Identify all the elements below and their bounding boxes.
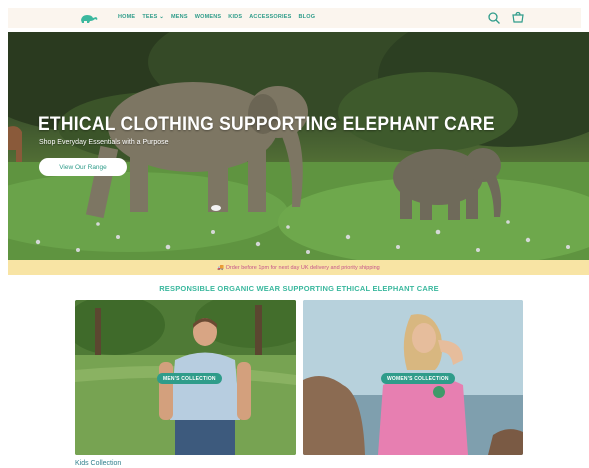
kids-collection-heading: Kids Collection bbox=[75, 460, 122, 467]
nav-item-mens[interactable]: Mens bbox=[171, 14, 188, 20]
site-header: Home Tees ⌄ Mens Womens Kids Accessories… bbox=[8, 8, 581, 28]
nav-item-womens[interactable]: Womens bbox=[195, 14, 222, 20]
view-range-button[interactable]: View Our Range bbox=[39, 158, 127, 176]
mens-collection-badge[interactable]: Men's Collection bbox=[157, 373, 222, 384]
womens-collection-badge[interactable]: Women's Collection bbox=[381, 373, 455, 384]
hero-subtitle: Shop Everyday Essentials with a Purpose bbox=[39, 139, 169, 146]
search-icon[interactable] bbox=[487, 11, 501, 25]
nav-item-tees[interactable]: Tees ⌄ bbox=[142, 14, 164, 20]
nav-item-accessories[interactable]: Accessories bbox=[249, 14, 291, 20]
mens-collection-card[interactable]: Men's Collection bbox=[75, 300, 296, 455]
announcement-text: 🚚 Order before 1pm for next day UK deliv… bbox=[217, 264, 380, 271]
cart-icon[interactable] bbox=[511, 11, 525, 25]
hero-title: Ethical Clothing Supporting Elephant Car… bbox=[38, 114, 495, 135]
header-actions bbox=[487, 11, 525, 25]
womens-collection-card[interactable]: Women's Collection bbox=[303, 300, 523, 455]
nav-item-kids[interactable]: Kids bbox=[228, 14, 242, 20]
announcement-bar: 🚚 Order before 1pm for next day UK deliv… bbox=[8, 260, 589, 275]
hero-elephants-image bbox=[8, 32, 589, 260]
nav-item-blog[interactable]: Blog bbox=[298, 14, 315, 20]
hero-banner: Ethical Clothing Supporting Elephant Car… bbox=[8, 32, 589, 260]
main-nav: Home Tees ⌄ Mens Womens Kids Accessories… bbox=[118, 14, 315, 20]
collections-heading: Responsible Organic Wear Supporting Ethi… bbox=[159, 284, 439, 293]
nav-item-home[interactable]: Home bbox=[118, 14, 135, 20]
elephant-logo-icon[interactable] bbox=[78, 12, 100, 24]
